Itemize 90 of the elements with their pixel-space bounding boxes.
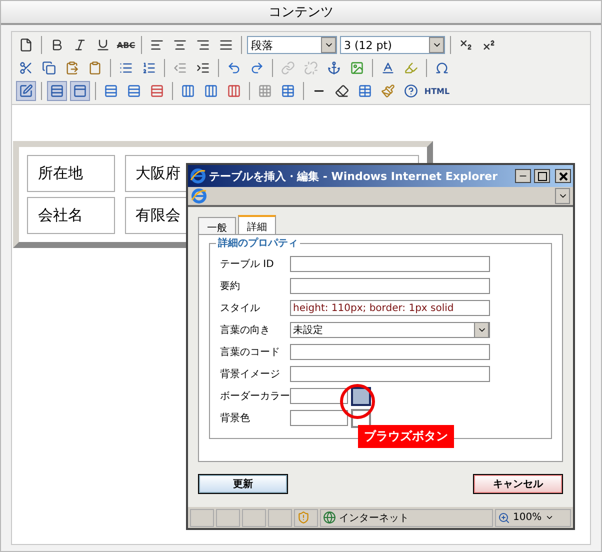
text-field[interactable]: height: 110px; border: 1px solid [290,300,490,316]
underline-icon[interactable] [96,38,110,52]
text-align-justify-icon[interactable] [219,38,233,52]
browser-icon [190,168,206,184]
undo2-icon[interactable] [227,61,241,75]
field-label: 要約 [220,280,241,293]
font-size-select[interactable]: 3 (12 pt) [340,36,445,54]
columns3-icon[interactable] [227,84,241,98]
tab[interactable]: 詳細 [238,215,276,234]
columns3-icon[interactable] [181,84,195,98]
redo2-icon[interactable] [250,61,264,75]
status-pane [216,508,240,526]
text-field[interactable] [290,366,490,382]
text-align-center-icon[interactable] [173,38,187,52]
list-indent-increase-icon[interactable] [196,61,210,75]
update-button[interactable]: 更新 [198,474,288,494]
clipboard-icon[interactable] [88,61,102,75]
highlight-ring-tooltip [340,384,375,419]
text-field[interactable] [290,256,490,272]
field-label: テーブル ID [220,258,275,271]
security-icon [297,511,310,524]
close-icon [558,172,568,180]
rows3-icon[interactable] [104,84,118,98]
maximize-button[interactable] [534,169,550,183]
field-label: 言葉のコード [220,346,281,359]
caret-icon[interactable] [544,513,554,522]
anchor-icon[interactable] [327,61,341,75]
clipboard-paste-icon[interactable] [65,61,79,75]
panel-title: コンテンツ [1,1,601,25]
toggle-button[interactable] [16,81,36,101]
table-layout-icon [73,84,87,98]
callout-tooltip: ブラウズボタン [358,425,454,448]
image-icon[interactable] [350,61,364,75]
close-button[interactable] [555,169,571,183]
minimize-button[interactable] [515,169,531,183]
status-pane [268,508,292,526]
tab[interactable]: 一般 [198,217,236,234]
browse-button[interactable] [351,386,371,406]
table-icon[interactable] [358,84,372,98]
file-icon[interactable] [19,38,33,52]
cancel-button[interactable]: キャンセル [473,474,563,494]
toggle-button[interactable] [47,81,67,101]
table-cell: 所在地 [27,155,115,192]
color-field[interactable] [290,410,348,426]
text-align-start-icon[interactable] [150,38,164,52]
toggle-button[interactable] [70,81,90,101]
circle-question-mark-icon[interactable] [404,84,418,98]
rows3-icon[interactable] [150,84,164,98]
maximize-icon [538,172,546,180]
table-layout-icon [50,84,64,98]
list-icon[interactable] [119,61,133,75]
superscript-icon[interactable] [482,38,496,52]
table-edit-icon [19,84,33,98]
list-indent-decrease-icon[interactable] [173,61,187,75]
text-field[interactable] [290,344,490,360]
table-cell: 会社名 [27,197,115,234]
field-label: 背景イメージ [220,368,281,381]
scissors-icon[interactable] [19,61,33,75]
field-label: ボーダーカラー [220,390,290,403]
zoom-icon [498,512,510,524]
rows3-icon[interactable] [127,84,141,98]
highlighter-icon[interactable] [404,61,418,75]
group-title: 詳細のプロパティ [216,236,300,250]
field-label: スタイル [220,302,261,315]
field-label: 背景色 [220,412,251,425]
omega-icon[interactable] [435,61,449,75]
format-select[interactable]: 段落 [247,36,337,54]
field-label: 言葉の向き [220,324,271,337]
columns3-icon[interactable] [204,84,218,98]
eraser-icon[interactable] [335,84,349,98]
strikethrough-button[interactable]: ABC [116,35,136,55]
paintbrush-icon[interactable] [381,84,395,98]
bold-icon[interactable] [50,38,64,52]
zone-label: インターネット [339,512,409,524]
list-ordered-icon[interactable] [142,61,156,75]
address-dropdown[interactable] [555,188,570,204]
html-button[interactable]: HTML [424,81,450,101]
table-icon[interactable] [281,84,295,98]
browser-icon [191,188,207,204]
status-pane [190,508,214,526]
select-field[interactable]: 未設定 [290,322,490,338]
text-align-end-icon[interactable] [196,38,210,52]
globe-icon [323,511,336,524]
subscript-icon[interactable] [459,38,473,52]
text-field[interactable] [290,278,490,294]
baseline-icon[interactable] [381,61,395,75]
copy-icon[interactable] [42,61,56,75]
grid3x3-icon[interactable] [258,84,272,98]
italic-icon[interactable] [73,38,87,52]
status-pane [242,508,266,526]
